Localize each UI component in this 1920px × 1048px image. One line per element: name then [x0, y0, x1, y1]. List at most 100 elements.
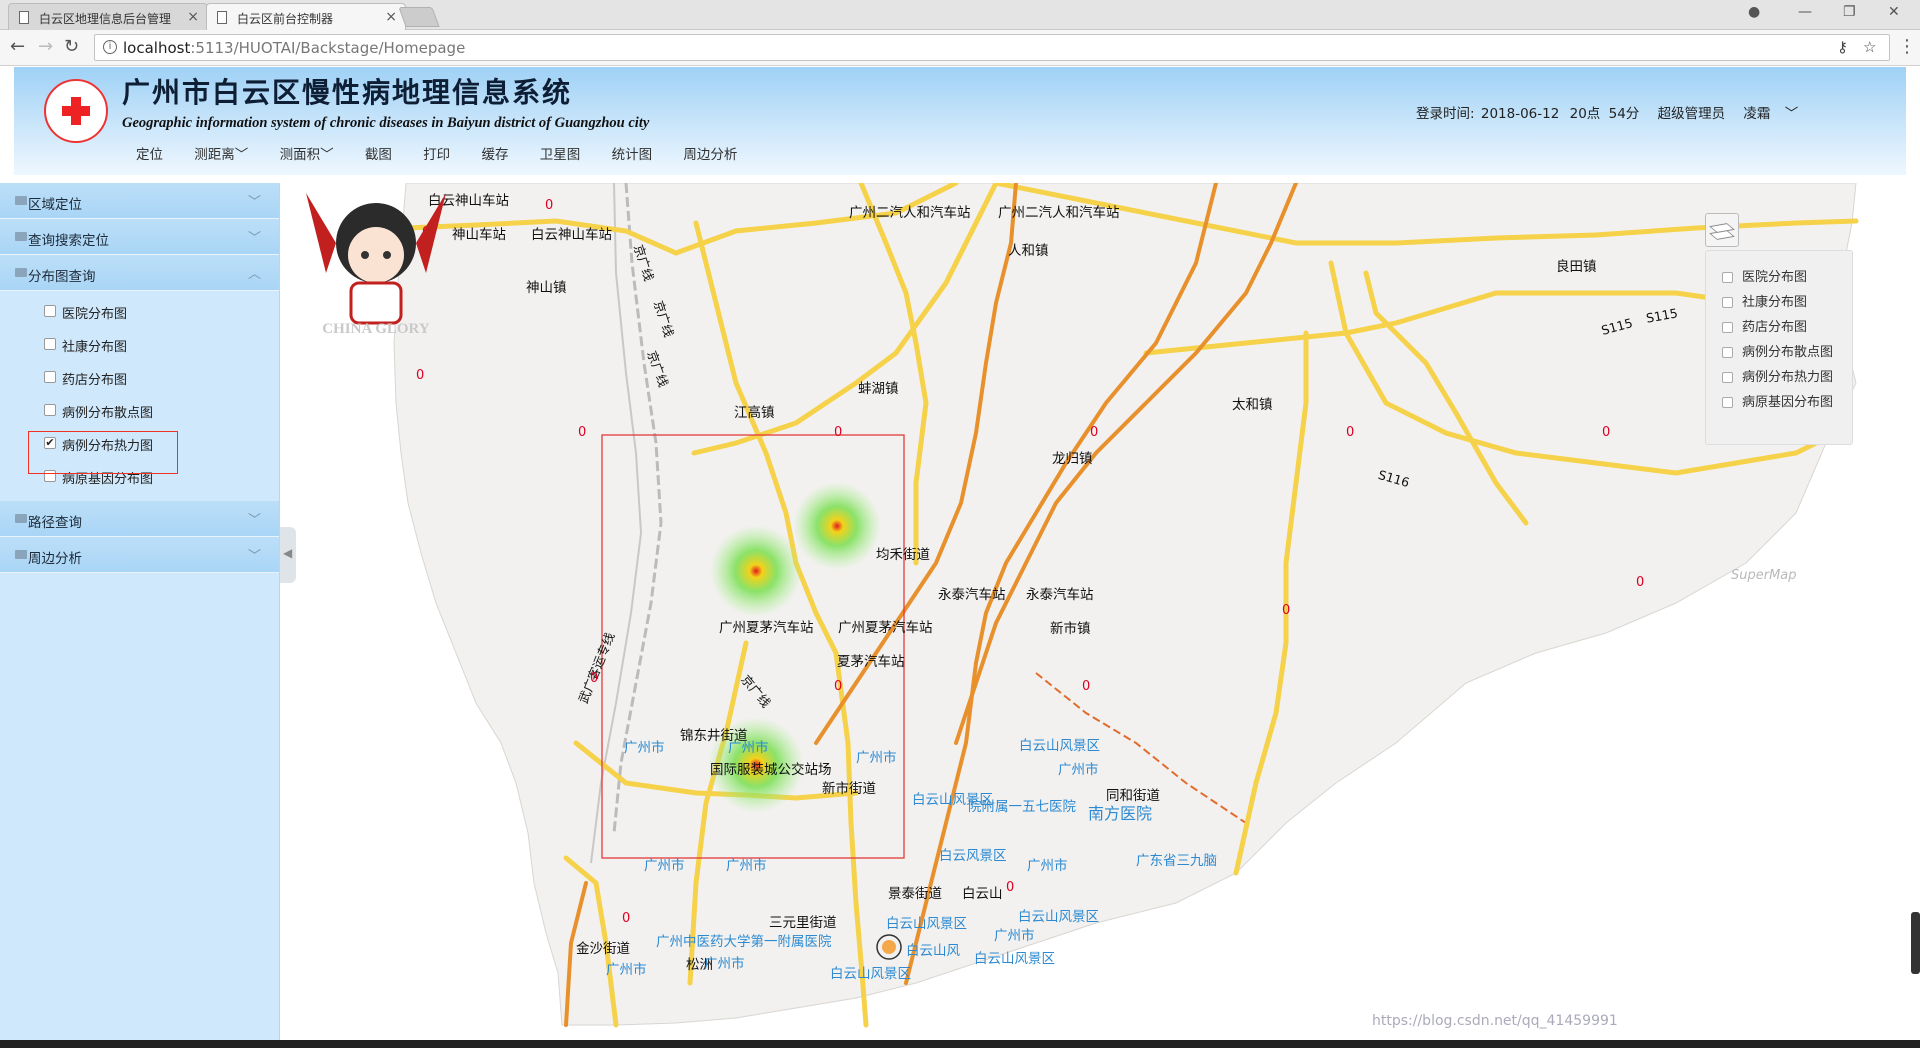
- map-label: 广州夏茅汽车站: [838, 620, 933, 636]
- count-marker: 0: [1346, 425, 1355, 440]
- accordion-distribution-query[interactable]: 分布图查询 ︿: [0, 255, 279, 291]
- map-label: 广州二汽人和汽车站: [849, 205, 971, 221]
- checkbox[interactable]: [1722, 347, 1733, 358]
- menu-locate[interactable]: 定位: [136, 143, 163, 163]
- menu-statistics[interactable]: 统计图: [612, 143, 653, 163]
- layer-item-case-heatmap[interactable]: 病例分布热力图: [1706, 365, 1852, 390]
- count-marker: 0: [545, 198, 554, 213]
- chevron-up-icon: ︿: [247, 267, 261, 282]
- url-input[interactable]: i localhost:5113/HUOTAI/Backstage/Homepa…: [94, 34, 1890, 61]
- menu-cache[interactable]: 缓存: [481, 143, 508, 163]
- map-label: 景泰街道: [888, 886, 942, 902]
- layer-switcher-button[interactable]: [1705, 213, 1739, 247]
- checkbox[interactable]: [1722, 272, 1733, 283]
- count-marker: 0: [834, 425, 843, 440]
- mascot-face: [348, 227, 404, 283]
- checkbox[interactable]: [44, 371, 56, 383]
- menu-satellite[interactable]: 卫星图: [540, 143, 581, 163]
- layer-item-hospital[interactable]: 医院分布图: [1706, 265, 1852, 290]
- cdc-logo: [44, 79, 108, 143]
- poi-label: 广州市: [1027, 858, 1068, 874]
- close-icon[interactable]: ×: [187, 9, 199, 25]
- poi-label: 广州市: [728, 740, 769, 756]
- key-icon[interactable]: ⚷: [1837, 38, 1848, 56]
- heatmap-spot: [793, 482, 881, 570]
- checkbox[interactable]: [44, 404, 56, 416]
- close-icon[interactable]: ×: [385, 9, 397, 25]
- new-tab-button[interactable]: [398, 7, 440, 27]
- chevron-down-icon: ﹀: [320, 147, 334, 163]
- sidebar-item-community-health[interactable]: 社康分布图: [0, 328, 279, 361]
- reload-icon[interactable]: ↻: [64, 36, 79, 57]
- map-label: 白云山: [962, 886, 1003, 902]
- checkbox[interactable]: [1722, 372, 1733, 383]
- land-area: [393, 183, 1857, 1026]
- poi-label: 白云山风: [906, 943, 960, 959]
- accordion-region-locate[interactable]: 区域定位 ﹀: [0, 183, 279, 219]
- accordion-route-query[interactable]: 路径查询 ﹀: [0, 501, 279, 537]
- map-label: 良田镇: [1556, 259, 1597, 275]
- back-icon[interactable]: ←: [10, 36, 25, 57]
- map-label: 永泰汽车站: [938, 587, 1006, 603]
- mascot-text: CHINA GLORY: [322, 321, 430, 337]
- checkbox[interactable]: [1722, 322, 1733, 333]
- account-icon[interactable]: ●: [1748, 4, 1760, 20]
- map-label: 太和镇: [1232, 397, 1273, 413]
- menu-print[interactable]: 打印: [423, 143, 450, 163]
- blog-watermark: https://blog.csdn.net/qq_41459991: [1372, 1013, 1618, 1029]
- poi-label: 广州市: [644, 858, 685, 874]
- minimize-icon[interactable]: —: [1798, 4, 1812, 20]
- sidebar-item-case-scatter[interactable]: 病例分布散点图: [0, 394, 279, 427]
- chevron-down-icon: ﹀: [247, 513, 261, 528]
- browser-tab-backstage[interactable]: 白云区地理信息后台管理 ×: [8, 3, 208, 30]
- poi-label: 广州市: [726, 858, 767, 874]
- info-icon[interactable]: i: [103, 40, 117, 54]
- mascot-eye: [383, 251, 391, 259]
- browser-menu-icon[interactable]: ⋮: [1898, 36, 1916, 57]
- layer-item-case-scatter[interactable]: 病例分布散点图: [1706, 340, 1852, 365]
- map-label: 神山车站: [452, 227, 506, 243]
- chevron-down-icon: ﹀: [247, 195, 261, 210]
- menu-measure-distance[interactable]: 测距离﹀: [194, 143, 248, 163]
- search-folder-icon: [15, 232, 27, 241]
- bookmark-star-icon[interactable]: ☆: [1863, 38, 1876, 56]
- os-taskbar: [0, 1040, 1920, 1048]
- count-marker: 0: [1090, 425, 1099, 440]
- page-title: 广州市白云区慢性病地理信息系统: [122, 76, 573, 109]
- count-marker: 0: [622, 911, 631, 926]
- checkbox[interactable]: [1722, 397, 1733, 408]
- location-marker-dot: [882, 940, 896, 954]
- page-subtitle: Geographic information system of chronic…: [122, 115, 650, 131]
- forward-icon[interactable]: →: [38, 36, 53, 57]
- map-label: 白云神山车站: [531, 227, 612, 243]
- chevron-down-icon: ﹀: [247, 231, 261, 246]
- checkbox[interactable]: [1722, 297, 1733, 308]
- sidebar-item-hospital[interactable]: 医院分布图: [0, 295, 279, 328]
- checkbox[interactable]: [44, 305, 56, 317]
- accordion-nearby-analysis[interactable]: 周边分析 ﹀: [0, 537, 279, 573]
- sidebar-item-pharmacy[interactable]: 药店分布图: [0, 361, 279, 394]
- chevron-down-icon: ﹀: [234, 147, 249, 163]
- menu-nearby-analysis[interactable]: 周边分析: [683, 143, 737, 163]
- poi-label: 广州市: [704, 956, 745, 972]
- accordion-search-locate[interactable]: 查询搜索定位 ﹀: [0, 219, 279, 255]
- layer-item-pharmacy[interactable]: 药店分布图: [1706, 315, 1852, 340]
- layer-item-community-health[interactable]: 社康分布图: [1706, 290, 1852, 315]
- poi-label: 广州市: [994, 928, 1035, 944]
- restore-icon[interactable]: ❐: [1843, 4, 1856, 20]
- window-close-icon[interactable]: ✕: [1888, 4, 1900, 20]
- layer-item-pathogen-gene[interactable]: 病原基因分布图: [1706, 390, 1852, 415]
- menu-screenshot[interactable]: 截图: [365, 143, 392, 163]
- user-menu[interactable]: 凌霜 ﹀: [1743, 106, 1808, 122]
- side-scroll-handle[interactable]: [1911, 912, 1920, 974]
- count-marker: 0: [578, 425, 587, 440]
- browser-tab-frontend[interactable]: 白云区前台控制器 ×: [206, 3, 406, 30]
- map-label: 三元里街道: [769, 915, 837, 931]
- count-marker: 0: [1602, 425, 1611, 440]
- mascot-eye: [361, 251, 369, 259]
- menu-measure-area[interactable]: 测面积﹀: [280, 143, 334, 163]
- poi-label: 白云山风景区: [886, 916, 967, 932]
- map-viewport[interactable]: 白云神山车站 神山车站 白云神山车站 广州二汽人和汽车站 广州二汽人和汽车站 人…: [296, 183, 1920, 1048]
- checkbox[interactable]: [44, 338, 56, 350]
- sidebar-collapse-button[interactable]: ◀: [280, 527, 296, 583]
